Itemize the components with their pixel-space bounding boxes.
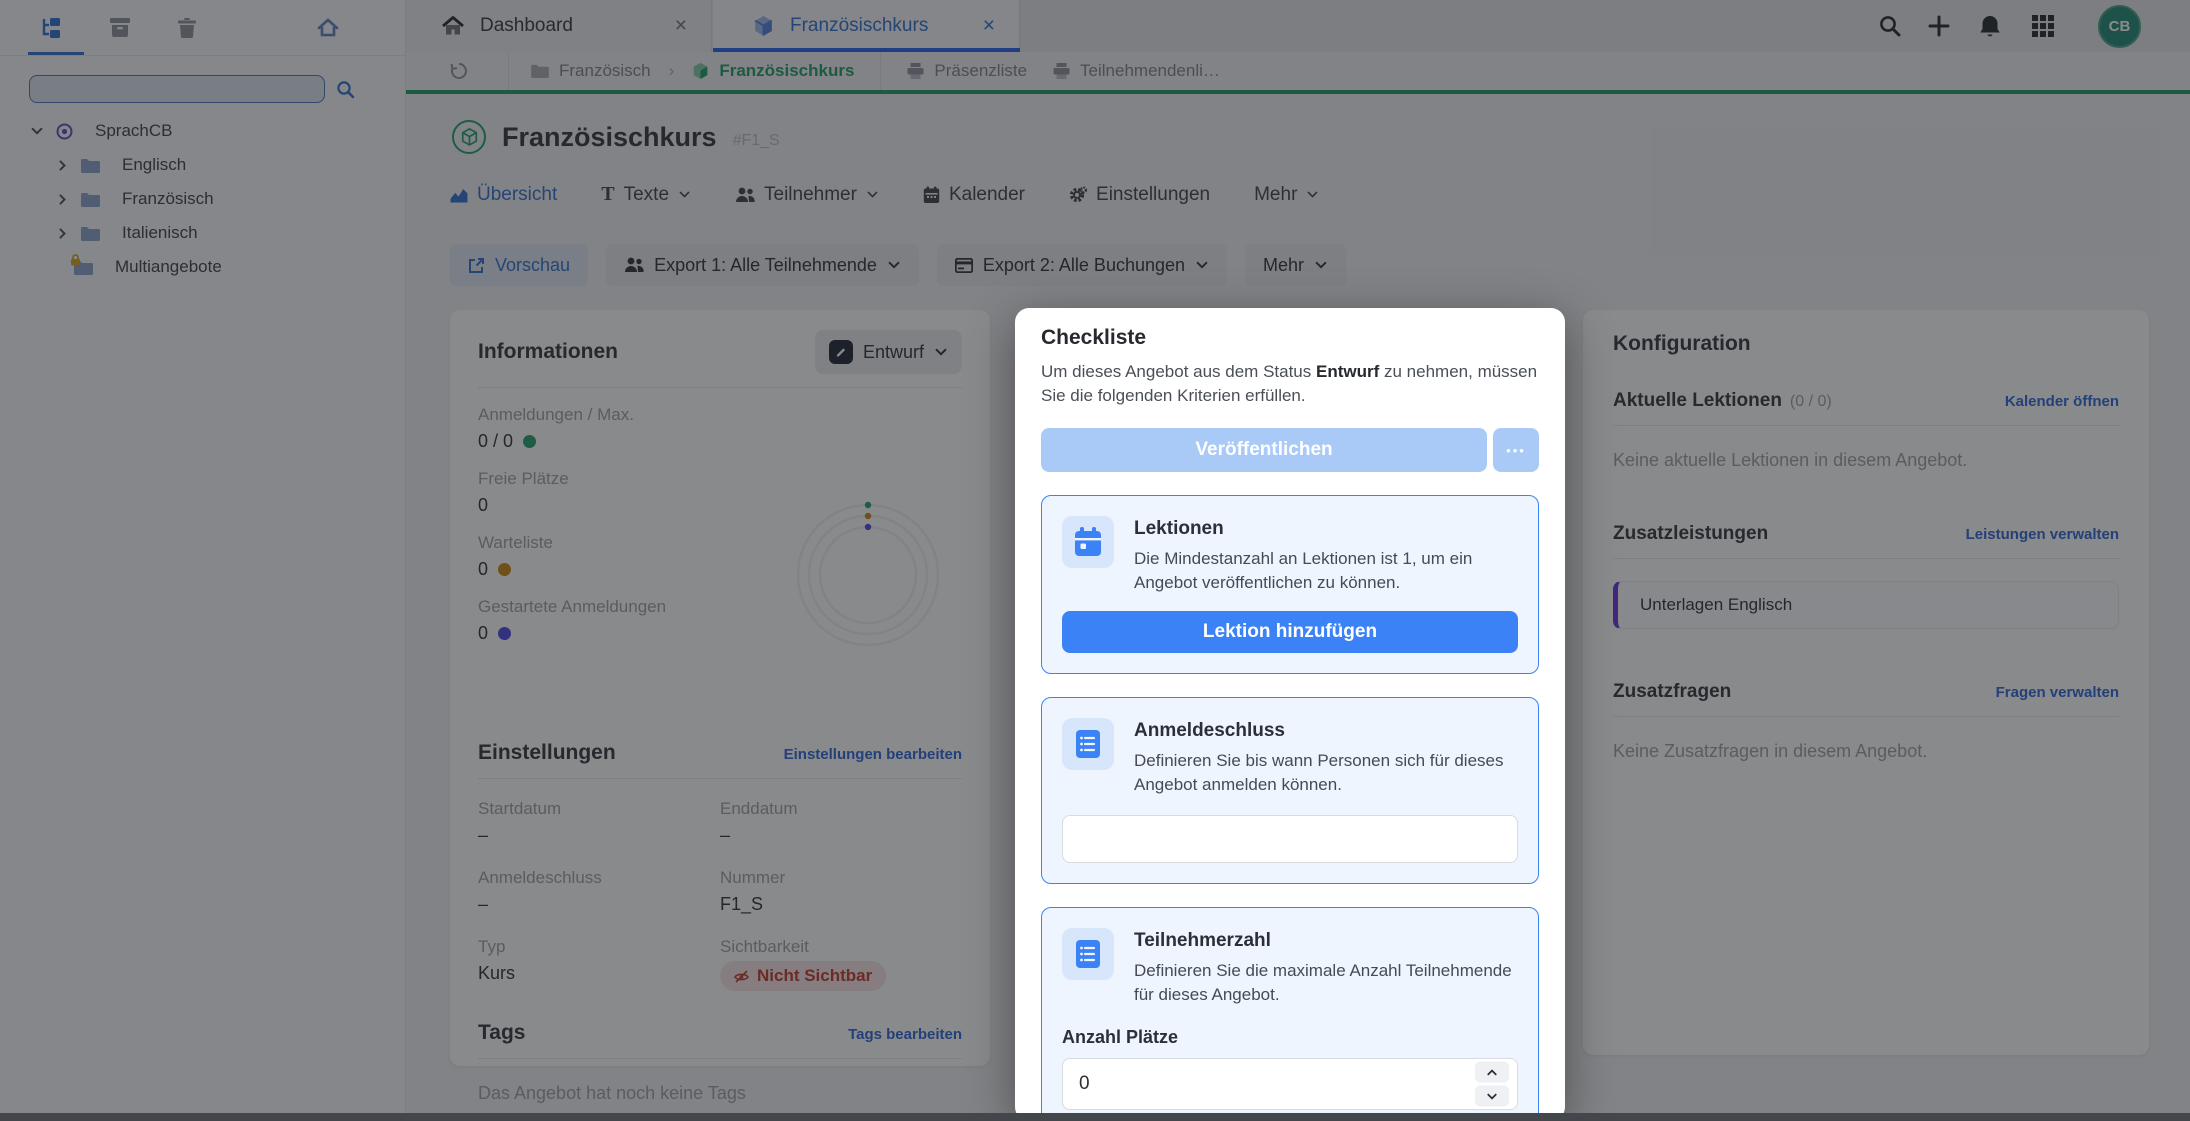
item-title: Lektionen bbox=[1134, 516, 1518, 540]
item-text: Definieren Sie bis wann Personen sich fü… bbox=[1134, 749, 1518, 797]
checklist-item-anmeldeschluss: Anmeldeschluss Definieren Sie bis wann P… bbox=[1041, 697, 1539, 884]
item-title: Anmeldeschluss bbox=[1134, 718, 1518, 742]
window-bottom-edge bbox=[0, 1113, 2190, 1121]
modal-title: Checkliste bbox=[1041, 308, 1539, 350]
form-list-icon bbox=[1062, 928, 1114, 980]
checklist-item-teilnehmerzahl: Teilnehmerzahl Definieren Sie die maxima… bbox=[1041, 907, 1539, 1121]
anzahl-plaetze-input[interactable] bbox=[1063, 1059, 1517, 1109]
add-lesson-button[interactable]: Lektion hinzufügen bbox=[1062, 611, 1518, 653]
checklist-modal: Checkliste Um dieses Angebot aus dem Sta… bbox=[1015, 308, 1565, 1121]
calendar-icon bbox=[1062, 516, 1114, 568]
form-list-icon bbox=[1062, 718, 1114, 770]
item-title: Teilnehmerzahl bbox=[1134, 928, 1518, 952]
publish-more-button[interactable]: ••• bbox=[1493, 428, 1539, 472]
item-text: Definieren Sie die maximale Anzahl Teiln… bbox=[1134, 959, 1518, 1007]
publish-button-disabled[interactable]: Veröffentlichen bbox=[1041, 428, 1487, 472]
anzahl-plaetze-stepper bbox=[1062, 1058, 1518, 1110]
stepper-up-button[interactable] bbox=[1475, 1062, 1509, 1083]
anmeldeschluss-input[interactable] bbox=[1062, 815, 1518, 863]
item-text: Die Mindestanzahl an Lektionen ist 1, um… bbox=[1134, 547, 1518, 595]
checklist-item-lektionen: Lektionen Die Mindestanzahl an Lektionen… bbox=[1041, 495, 1539, 674]
stepper-down-button[interactable] bbox=[1475, 1086, 1509, 1107]
modal-intro: Um dieses Angebot aus dem Status Entwurf… bbox=[1041, 360, 1539, 408]
anzahl-plaetze-label: Anzahl Plätze bbox=[1062, 1027, 1518, 1048]
